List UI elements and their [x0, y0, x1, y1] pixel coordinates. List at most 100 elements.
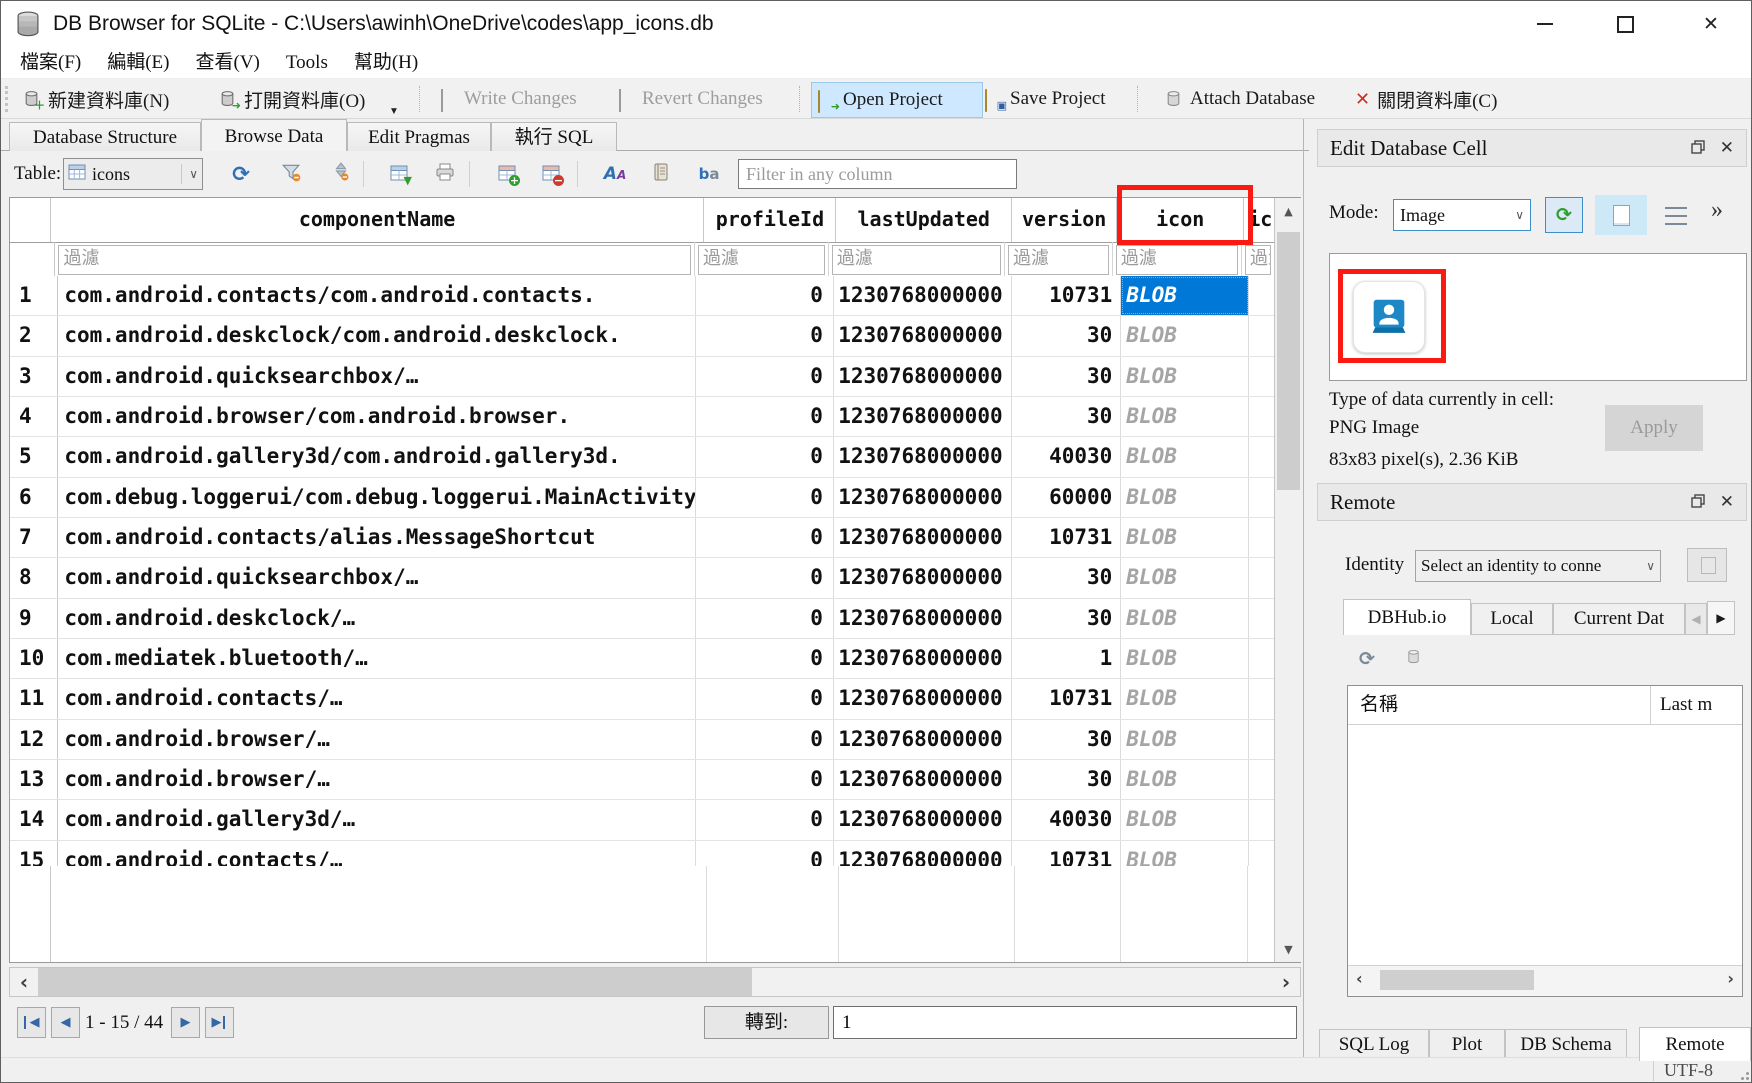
cell-icon-blob[interactable]: BLOB	[1121, 478, 1249, 517]
font-button[interactable]: AA	[597, 157, 633, 191]
scroll-up-icon[interactable]: ▲	[1275, 198, 1302, 224]
float-panel-icon[interactable]	[1690, 490, 1706, 515]
dock-tab-plot[interactable]: Plot	[1429, 1029, 1505, 1059]
first-page-button[interactable]: ◀	[17, 1007, 46, 1038]
insert-record-button[interactable]: +	[489, 157, 525, 191]
cell-extra[interactable]	[1249, 841, 1274, 866]
cell-icon-blob[interactable]: BLOB	[1121, 800, 1249, 839]
cell-lastupdated[interactable]: 1230768000000	[834, 720, 1012, 759]
cell-extra[interactable]	[1249, 800, 1274, 839]
row-number[interactable]: 4	[10, 397, 58, 436]
cell-version[interactable]: 10731	[1012, 841, 1122, 866]
menu-file[interactable]: 檔案(F)	[7, 47, 94, 79]
filter-lastupdated[interactable]: 過濾	[829, 242, 1005, 276]
cell-extra[interactable]	[1249, 437, 1274, 476]
row-number[interactable]: 3	[10, 357, 58, 396]
close-panel-icon[interactable]: ✕	[1720, 138, 1734, 158]
header-row-number[interactable]	[10, 198, 51, 242]
remote-list-header-name[interactable]: 名稱	[1360, 686, 1398, 724]
remote-refresh-button[interactable]: ⟳	[1351, 643, 1383, 675]
cell-profileid[interactable]: 0	[696, 558, 834, 597]
cell-lastupdated[interactable]: 1230768000000	[834, 276, 1012, 315]
vertical-scrollbar[interactable]: ▲ ▼	[1274, 198, 1302, 962]
cell-icon-blob[interactable]: BLOB	[1121, 720, 1249, 759]
delete-record-button[interactable]: −	[533, 157, 569, 191]
identity-select[interactable]: Select an identity to conne ∨	[1415, 550, 1661, 582]
binary-view-button[interactable]	[643, 157, 679, 191]
goto-button[interactable]: 轉到:	[704, 1006, 829, 1039]
cell-version[interactable]: 10731	[1012, 679, 1122, 718]
cell-version[interactable]: 30	[1012, 720, 1122, 759]
cell-componentname[interactable]: com.android.browser/…	[58, 760, 696, 799]
dock-tab-db-schema[interactable]: DB Schema	[1505, 1029, 1627, 1059]
save-table-button[interactable]: ▼	[381, 157, 417, 191]
identity-import-button[interactable]	[1687, 548, 1727, 582]
dock-splitter[interactable]	[1303, 119, 1304, 1057]
cell-lastupdated[interactable]: 1230768000000	[834, 800, 1012, 839]
maximize-button[interactable]	[1601, 1, 1649, 47]
cell-profileid[interactable]: 0	[696, 800, 834, 839]
cell-componentname[interactable]: com.android.browser/…	[58, 720, 696, 759]
cell-lastupdated[interactable]: 1230768000000	[834, 478, 1012, 517]
cell-profileid[interactable]: 0	[696, 316, 834, 355]
next-page-button[interactable]: ▶	[171, 1007, 200, 1038]
refresh-table-button[interactable]: ⟳	[223, 157, 259, 191]
cell-version[interactable]: 10731	[1012, 518, 1122, 557]
cell-componentname[interactable]: com.android.gallery3d/…	[58, 800, 696, 839]
cell-componentname[interactable]: com.android.contacts/com.android.contact…	[58, 276, 696, 315]
cell-version[interactable]: 60000	[1012, 478, 1122, 517]
cell-profileid[interactable]: 0	[696, 276, 834, 315]
cell-extra[interactable]	[1249, 760, 1274, 799]
mode-select[interactable]: Image ∨	[1393, 199, 1531, 231]
row-number[interactable]: 6	[10, 478, 58, 517]
cell-icon-blob[interactable]: BLOB	[1121, 316, 1249, 355]
scrollbar-thumb[interactable]	[1380, 970, 1534, 990]
cell-version[interactable]: 30	[1012, 397, 1122, 436]
cell-icon-blob[interactable]: BLOB	[1121, 639, 1249, 678]
print-button[interactable]	[427, 157, 463, 191]
cell-lastupdated[interactable]: 1230768000000	[834, 558, 1012, 597]
attach-database-button[interactable]: Attach Database	[1159, 82, 1321, 116]
cell-version[interactable]: 30	[1012, 316, 1122, 355]
cell-icon-blob[interactable]: BLOB	[1121, 679, 1249, 718]
cell-lastupdated[interactable]: 1230768000000	[834, 437, 1012, 476]
cell-icon-blob[interactable]: BLOB	[1121, 276, 1249, 315]
row-number[interactable]: 13	[10, 760, 58, 799]
horizontal-scrollbar-thumb[interactable]	[38, 968, 752, 996]
cell-version[interactable]: 40030	[1012, 437, 1122, 476]
remote-list-header-lastmodified[interactable]: Last m	[1660, 686, 1742, 724]
table-select[interactable]: icons ∨	[63, 158, 203, 190]
cell-profileid[interactable]: 0	[696, 679, 834, 718]
cell-extra[interactable]	[1249, 397, 1274, 436]
row-number[interactable]: 7	[10, 518, 58, 557]
cell-profileid[interactable]: 0	[696, 639, 834, 678]
cell-version[interactable]: 10731	[1012, 276, 1122, 315]
remote-list-hscrollbar[interactable]: ‹ ›	[1348, 965, 1742, 996]
cell-icon-blob[interactable]: BLOB	[1121, 599, 1249, 638]
close-button[interactable]: ✕	[1687, 1, 1735, 47]
cell-lastupdated[interactable]: 1230768000000	[834, 357, 1012, 396]
save-project-button[interactable]: ▣ Save Project	[979, 82, 1112, 116]
menu-view[interactable]: 查看(V)	[183, 47, 273, 79]
previous-page-button[interactable]: ◀	[51, 1007, 80, 1038]
cell-icon-blob[interactable]: BLOB	[1121, 397, 1249, 436]
row-number[interactable]: 15	[10, 841, 58, 866]
row-number[interactable]: 8	[10, 558, 58, 597]
cell-componentname[interactable]: com.android.contacts/…	[58, 679, 696, 718]
cell-extra[interactable]	[1249, 679, 1274, 718]
cell-componentname[interactable]: com.mediatek.bluetooth/…	[58, 639, 696, 678]
cell-icon-blob[interactable]: BLOB	[1121, 760, 1249, 799]
new-database-button[interactable]: ＋ 新建資料庫(N)	[17, 82, 175, 116]
encoding-button[interactable]: ba	[691, 157, 727, 191]
cell-extra[interactable]	[1249, 357, 1274, 396]
revert-changes-button[interactable]: Revert Changes	[611, 82, 769, 116]
row-number[interactable]: 12	[10, 720, 58, 759]
tab-execute-sql[interactable]: 執行 SQL	[491, 122, 617, 151]
filter-icon[interactable]: 過濾	[1113, 242, 1242, 276]
cell-version[interactable]: 30	[1012, 599, 1122, 638]
remote-clone-button[interactable]	[1397, 643, 1429, 675]
last-page-button[interactable]: ▶	[205, 1007, 234, 1038]
cell-extra[interactable]	[1249, 276, 1274, 315]
minimize-button[interactable]	[1521, 1, 1569, 47]
row-number[interactable]: 1	[10, 276, 58, 315]
